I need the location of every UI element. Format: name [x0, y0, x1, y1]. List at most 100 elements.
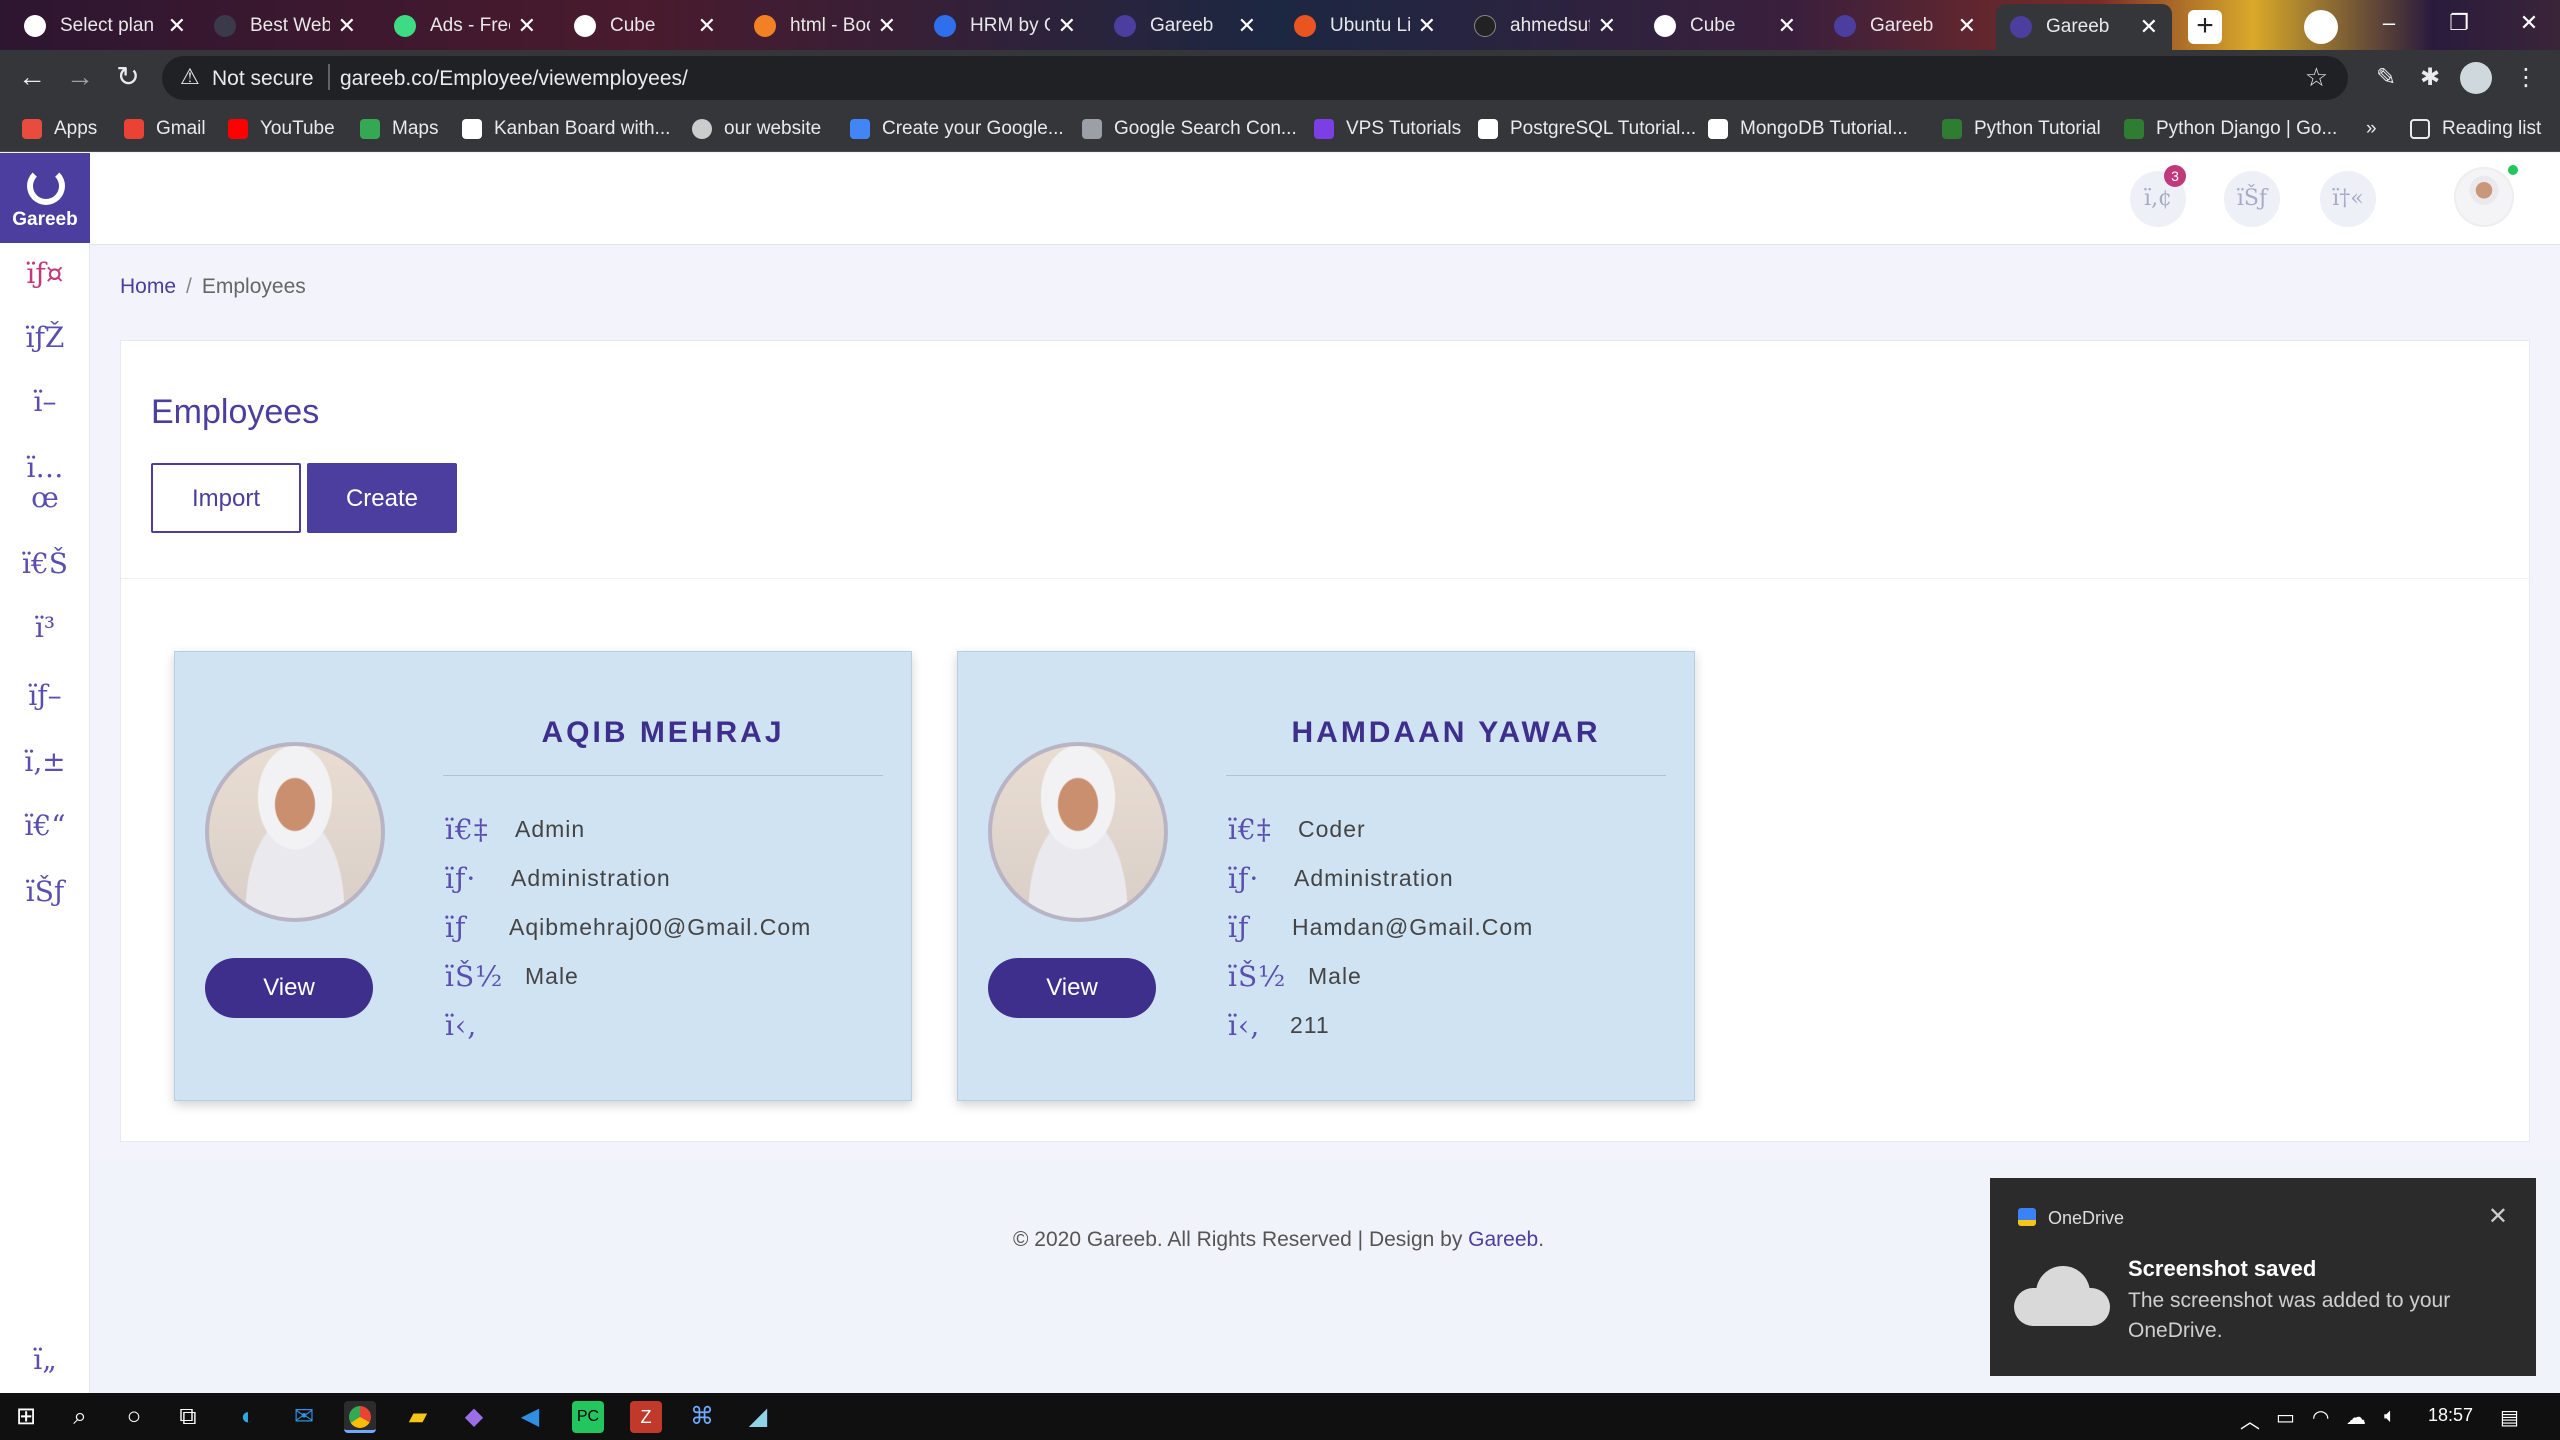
- sidebar-item-projects[interactable]: ïƒ–: [0, 679, 90, 712]
- sidebar-item-profile[interactable]: ïŠƒ: [0, 875, 90, 908]
- create-button[interactable]: Create: [307, 463, 457, 533]
- bookmark-vps[interactable]: VPS Tutorials: [1314, 116, 1461, 142]
- vscode-icon[interactable]: ◀: [514, 1401, 546, 1433]
- close-icon[interactable]: ✕: [1058, 13, 1076, 39]
- browser-tab[interactable]: Cube ✕: [1640, 6, 1810, 46]
- close-icon[interactable]: ✕: [338, 13, 356, 39]
- import-button[interactable]: Import: [151, 463, 301, 533]
- mail-icon[interactable]: ✉: [288, 1401, 320, 1433]
- action-center-icon[interactable]: ▤: [2500, 1405, 2519, 1430]
- view-button[interactable]: View: [205, 958, 373, 1018]
- cortana-icon[interactable]: ○: [118, 1401, 150, 1433]
- browser-tab[interactable]: Ads - Free ✕: [380, 6, 550, 46]
- avatar[interactable]: [2454, 167, 2514, 227]
- sidebar-item-payroll[interactable]: ï³: [0, 611, 90, 644]
- pycharm-icon[interactable]: PC: [572, 1401, 604, 1433]
- notifications-icon[interactable]: ï‚¢ 3: [2130, 165, 2186, 227]
- filezilla-icon[interactable]: Z: [630, 1401, 662, 1433]
- bookmark-maps[interactable]: Maps: [360, 116, 438, 142]
- volume-icon[interactable]: 🔈︎: [2384, 1405, 2396, 1428]
- app-logo[interactable]: Gareeb: [0, 153, 90, 243]
- onedrive-notification[interactable]: OneDrive ✕ Screenshot saved The screensh…: [1990, 1178, 2536, 1376]
- close-icon[interactable]: ✕: [2140, 14, 2158, 40]
- edge-icon[interactable]: ◐: [232, 1401, 264, 1433]
- task-view-icon[interactable]: ⧉: [172, 1401, 204, 1433]
- network-tool-icon[interactable]: ⌘: [686, 1401, 718, 1433]
- onedrive-tray-icon[interactable]: ☁: [2346, 1405, 2366, 1430]
- user-icon[interactable]: ïŠƒ: [2224, 171, 2280, 227]
- browser-tab[interactable]: Gareeb ✕: [1820, 6, 1990, 46]
- wifi-icon[interactable]: ◠: [2312, 1405, 2329, 1430]
- browser-tab[interactable]: Ubuntu Lin ✕: [1280, 6, 1450, 46]
- sidebar-item-attendance[interactable]: ï…œ: [0, 453, 90, 513]
- bookmark-search-console[interactable]: Google Search Con...: [1082, 116, 1297, 142]
- browser-tab[interactable]: Select plan ✕: [10, 6, 200, 46]
- breadcrumb-home[interactable]: Home: [120, 275, 176, 298]
- sidebar-item-reports[interactable]: ï‚±: [0, 745, 90, 778]
- sidebar-item-settings[interactable]: ï€“: [0, 809, 90, 842]
- browser-tab[interactable]: ahmedsuf ✕: [1460, 6, 1630, 46]
- new-tab-button[interactable]: +: [2188, 10, 2222, 44]
- bookmark-python[interactable]: Python Tutorial: [1942, 116, 2101, 142]
- fullscreen-icon[interactable]: ï†«: [2320, 171, 2376, 227]
- sidebar-item-employees[interactable]: ïƒŽ: [0, 321, 90, 354]
- bookmark-google-create[interactable]: Create your Google...: [850, 116, 1064, 142]
- bookmark-mongodb[interactable]: MongoDB Tutorial...: [1708, 116, 1908, 142]
- browser-tab-active[interactable]: Gareeb ✕: [1996, 4, 2172, 50]
- close-icon[interactable]: ✕: [878, 13, 896, 39]
- tray-chevron-icon[interactable]: ︿: [2240, 1405, 2260, 1434]
- url-text[interactable]: gareeb.co/Employee/viewemployees/: [340, 67, 688, 91]
- pen-extension-icon[interactable]: ✎: [2370, 62, 2402, 94]
- bookmark-postgres[interactable]: PostgreSQL Tutorial...: [1478, 116, 1696, 142]
- windows-start-icon[interactable]: ⊞: [10, 1401, 42, 1433]
- bookmark-label: Python Django | Go...: [2156, 118, 2338, 139]
- close-icon[interactable]: ✕: [1958, 13, 1976, 39]
- view-button[interactable]: View: [988, 958, 1156, 1018]
- browser-tab[interactable]: HRM by G ✕: [920, 6, 1090, 46]
- more-bookmarks-button[interactable]: »: [2366, 116, 2377, 142]
- close-icon[interactable]: ✕: [168, 13, 186, 39]
- sidebar-item-dashboard[interactable]: ïƒ¤: [0, 257, 90, 290]
- close-window-icon[interactable]: ✕: [2494, 0, 2560, 50]
- snipping-tool-icon[interactable]: ◢: [742, 1401, 774, 1433]
- minimize-icon[interactable]: –: [2354, 0, 2424, 50]
- close-icon[interactable]: ✕: [698, 13, 716, 39]
- close-icon[interactable]: ✕: [2488, 1202, 2508, 1231]
- reading-list[interactable]: Reading list: [2410, 116, 2541, 142]
- extensions-icon[interactable]: ✱: [2414, 62, 2446, 94]
- bookmark-apps[interactable]: Apps: [22, 116, 97, 142]
- footer-brand-link[interactable]: Gareeb: [1468, 1228, 1538, 1251]
- address-bar[interactable]: ⚠ Not secure gareeb.co/Employee/viewempl…: [162, 56, 2348, 100]
- back-icon[interactable]: ←: [14, 60, 50, 96]
- browser-tab[interactable]: Cube ✕: [560, 6, 730, 46]
- profile-avatar-icon[interactable]: [2460, 62, 2492, 94]
- tab-search-icon[interactable]: [2304, 10, 2338, 44]
- battery-icon[interactable]: ▭: [2276, 1405, 2295, 1430]
- sidebar-item-leaves[interactable]: ï€Š: [0, 547, 90, 580]
- close-icon[interactable]: ✕: [1778, 13, 1796, 39]
- search-icon[interactable]: ⌕: [64, 1401, 96, 1433]
- file-explorer-icon[interactable]: ▰: [402, 1401, 434, 1433]
- bookmark-kanban[interactable]: Kanban Board with...: [462, 116, 670, 142]
- sidebar-collapse-icon[interactable]: ï„: [0, 1343, 90, 1376]
- reload-icon[interactable]: ↻: [110, 60, 146, 96]
- bookmark-youtube[interactable]: YouTube: [228, 116, 335, 142]
- close-icon[interactable]: ✕: [1418, 13, 1436, 39]
- browser-tab[interactable]: html - Boo ✕: [740, 6, 910, 46]
- bookmark-our-website[interactable]: our website: [692, 116, 821, 142]
- browser-tab[interactable]: Gareeb ✕: [1100, 6, 1270, 46]
- browser-tab[interactable]: Best Websites ✕: [200, 6, 370, 46]
- close-icon[interactable]: ✕: [518, 13, 536, 39]
- forward-icon[interactable]: →: [62, 60, 98, 96]
- bookmark-django[interactable]: Python Django | Go...: [2124, 116, 2337, 142]
- restore-icon[interactable]: ❐: [2424, 0, 2494, 50]
- bookmark-gmail[interactable]: Gmail: [124, 116, 206, 142]
- sidebar-item-departments[interactable]: ï–: [0, 385, 90, 418]
- close-icon[interactable]: ✕: [1598, 13, 1616, 39]
- menu-kebab-icon[interactable]: ⋮: [2510, 62, 2542, 94]
- taskbar-clock[interactable]: 18:57: [2428, 1405, 2473, 1426]
- bookmark-star-icon[interactable]: ☆: [2305, 62, 2328, 93]
- chrome-icon[interactable]: [344, 1401, 376, 1433]
- visual-studio-icon[interactable]: ◆: [458, 1401, 490, 1433]
- close-icon[interactable]: ✕: [1238, 13, 1256, 39]
